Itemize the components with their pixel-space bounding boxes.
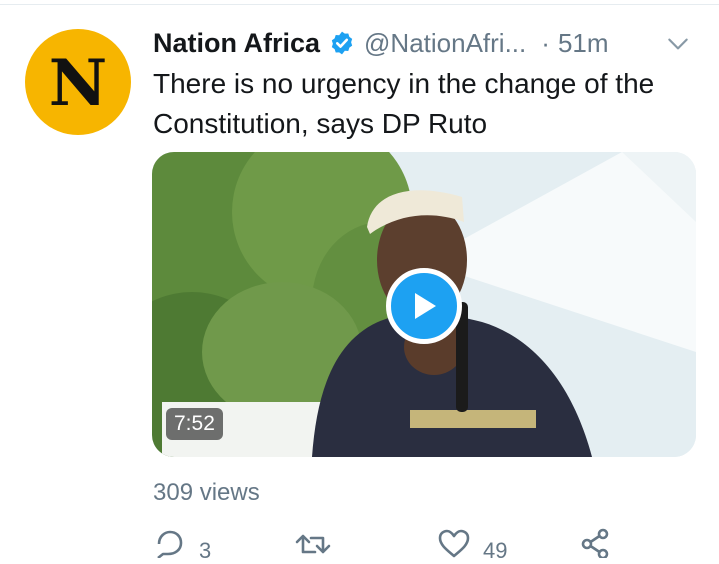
user-handle[interactable]: @NationAfri... bbox=[364, 28, 526, 59]
heart-icon bbox=[438, 529, 470, 558]
share-button[interactable] bbox=[579, 528, 611, 558]
verified-badge-icon bbox=[329, 30, 355, 56]
separator-dot: · bbox=[541, 27, 550, 58]
share-icon bbox=[581, 528, 609, 558]
timestamp[interactable]: 51m bbox=[558, 28, 609, 59]
tweet-actions: 3 49 bbox=[153, 528, 713, 563]
avatar[interactable]: N bbox=[25, 29, 131, 135]
retweet-button[interactable] bbox=[293, 528, 333, 558]
tweet-text: There is no urgency in the change of the… bbox=[153, 68, 655, 139]
chevron-down-icon[interactable] bbox=[665, 31, 691, 57]
like-button[interactable]: 49 bbox=[437, 528, 507, 564]
video-duration-badge: 7:52 bbox=[166, 408, 223, 440]
retweet-icon bbox=[295, 534, 331, 554]
like-count: 49 bbox=[483, 538, 508, 563]
top-divider bbox=[0, 4, 719, 5]
tweet-header: Nation Africa @NationAfri... · 51m bbox=[153, 25, 703, 61]
avatar-logo-letter: N bbox=[48, 46, 108, 121]
play-icon bbox=[415, 293, 436, 319]
view-count: 309 views bbox=[153, 479, 260, 506]
reply-button[interactable]: 3 bbox=[153, 528, 211, 564]
play-button[interactable] bbox=[386, 268, 462, 344]
reply-count: 3 bbox=[199, 538, 212, 563]
display-name[interactable]: Nation Africa bbox=[153, 28, 320, 59]
reply-icon bbox=[157, 530, 183, 558]
